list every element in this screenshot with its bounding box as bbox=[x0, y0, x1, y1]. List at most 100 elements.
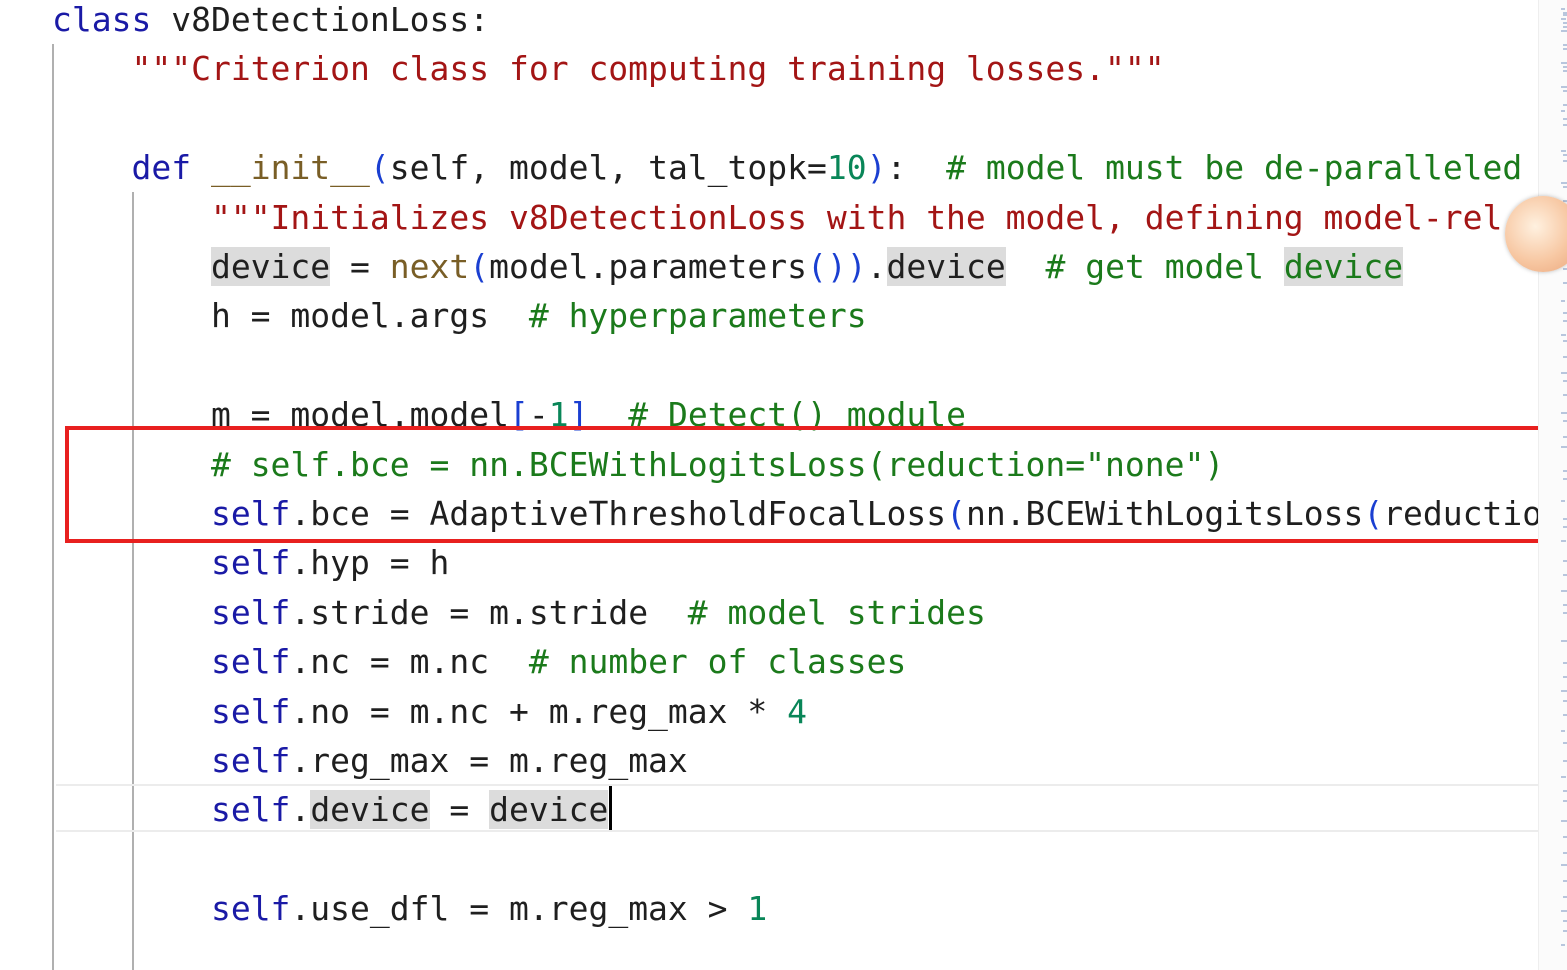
code-editor[interactable]: class v8DetectionLoss: """Criterion clas… bbox=[0, 0, 1538, 970]
minimap-row bbox=[1563, 268, 1567, 270]
code-token: = bbox=[429, 790, 490, 829]
minimap-row bbox=[1563, 470, 1567, 472]
code-token: self bbox=[210, 642, 291, 681]
minimap[interactable] bbox=[1538, 0, 1567, 970]
minimap-row bbox=[1563, 930, 1567, 932]
code-token: ( bbox=[369, 148, 390, 187]
minimap-row bbox=[1563, 662, 1567, 664]
code-token: ) bbox=[866, 148, 887, 187]
code-token: .use_dfl = m.reg_max > bbox=[290, 889, 748, 928]
minimap-row bbox=[1561, 30, 1567, 32]
minimap-row bbox=[1563, 124, 1567, 126]
code-token: __init__ bbox=[210, 148, 370, 187]
code-line-reg-max[interactable]: self.reg_max = m.reg_max bbox=[52, 736, 688, 786]
code-token: # model must be de-paralleled bbox=[946, 148, 1523, 187]
code-line-stride[interactable]: self.stride = m.stride # model strides bbox=[52, 588, 986, 638]
minimap-row bbox=[1563, 90, 1567, 92]
minimap-row bbox=[1563, 700, 1567, 702]
minimap-row bbox=[1563, 282, 1567, 284]
minimap-row bbox=[1563, 836, 1567, 838]
code-token: .stride = m.stride bbox=[290, 593, 688, 632]
code-token: .hyp = h bbox=[290, 543, 450, 582]
minimap-row bbox=[1561, 8, 1565, 10]
minimap-row bbox=[1563, 676, 1567, 678]
code-line-device-assign[interactable]: device = next(model.parameters()).device… bbox=[52, 242, 1404, 292]
minimap-row bbox=[1563, 394, 1567, 396]
code-token: .reg_max = m.reg_max bbox=[290, 741, 688, 780]
minimap-row bbox=[1563, 320, 1567, 322]
code-token: . bbox=[866, 247, 887, 286]
code-line-init-def[interactable]: def __init__(self, model, tal_topk=10): … bbox=[52, 143, 1522, 193]
minimap-row bbox=[1561, 910, 1567, 912]
minimap-row bbox=[1561, 776, 1566, 778]
code-line-init-docstring[interactable]: """Initializes v8DetectionLoss with the … bbox=[52, 193, 1502, 243]
code-line-nc[interactable]: self.nc = m.nc # number of classes bbox=[52, 637, 906, 687]
code-token: 10 bbox=[826, 148, 867, 187]
minimap-row bbox=[1563, 560, 1567, 562]
code-token: v8DetectionLoss bbox=[171, 0, 470, 39]
minimap-row bbox=[1563, 356, 1567, 358]
minimap-row bbox=[1561, 640, 1567, 642]
minimap-row bbox=[1563, 26, 1567, 28]
code-token: self bbox=[210, 889, 291, 928]
minimap-row bbox=[1563, 518, 1567, 520]
minimap-row bbox=[1561, 690, 1567, 692]
code-token: self bbox=[210, 692, 291, 731]
code-line-hyp-assign[interactable]: h = model.args # hyperparameters bbox=[52, 291, 867, 341]
minimap-row bbox=[1563, 340, 1567, 342]
minimap-row bbox=[1561, 446, 1567, 448]
code-token: device bbox=[489, 790, 609, 829]
code-line-class-docstring[interactable]: """Criterion class for computing trainin… bbox=[52, 44, 1165, 94]
minimap-row bbox=[1561, 372, 1567, 374]
minimap-row bbox=[1563, 44, 1567, 46]
code-token: # model strides bbox=[687, 593, 986, 632]
code-token: """Initializes v8DetectionLoss with the … bbox=[210, 198, 1503, 237]
minimap-row bbox=[1561, 412, 1567, 414]
minimap-row bbox=[1561, 730, 1565, 732]
code-editor-window: class v8DetectionLoss: """Criterion clas… bbox=[0, 0, 1567, 970]
code-token: self bbox=[210, 790, 291, 829]
minimap-row bbox=[1561, 182, 1567, 184]
minimap-row bbox=[1561, 334, 1566, 336]
minimap-row bbox=[1563, 920, 1567, 922]
code-token: 4 bbox=[787, 692, 808, 731]
minimap-row bbox=[1561, 110, 1565, 112]
code-line-hyp-self[interactable]: self.hyp = h bbox=[52, 538, 449, 588]
code-token: next bbox=[389, 247, 470, 286]
code-token: class bbox=[52, 0, 172, 39]
code-token: self bbox=[210, 741, 291, 780]
code-token: self bbox=[210, 543, 291, 582]
minimap-row bbox=[1563, 118, 1567, 120]
minimap-row bbox=[1563, 714, 1567, 716]
minimap-row bbox=[1561, 150, 1566, 152]
code-token: ()) bbox=[807, 247, 867, 286]
code-token: """Criterion class for computing trainin… bbox=[131, 49, 1165, 88]
minimap-row bbox=[1563, 880, 1567, 882]
code-line-class-def[interactable]: class v8DetectionLoss: bbox=[52, 0, 489, 45]
minimap-row bbox=[1561, 864, 1567, 866]
minimap-row bbox=[1563, 420, 1567, 422]
minimap-row bbox=[1563, 160, 1567, 162]
code-token: h = model.args bbox=[52, 296, 529, 335]
minimap-row bbox=[1563, 66, 1567, 68]
code-line-device-self[interactable]: self.device = device bbox=[52, 785, 609, 835]
code-line-no[interactable]: self.no = m.nc + m.reg_max * 4 bbox=[52, 687, 807, 737]
minimap-row bbox=[1561, 500, 1565, 502]
minimap-row bbox=[1563, 312, 1567, 314]
code-token: ( bbox=[469, 247, 490, 286]
minimap-row bbox=[1563, 70, 1567, 72]
minimap-row bbox=[1561, 820, 1567, 822]
minimap-row bbox=[1561, 300, 1565, 302]
minimap-row bbox=[1563, 154, 1567, 156]
minimap-row bbox=[1563, 760, 1567, 762]
code-line-use-dfl[interactable]: self.use_dfl = m.reg_max > 1 bbox=[52, 884, 767, 934]
minimap-row bbox=[1561, 62, 1567, 64]
code-token: device bbox=[1283, 247, 1404, 286]
